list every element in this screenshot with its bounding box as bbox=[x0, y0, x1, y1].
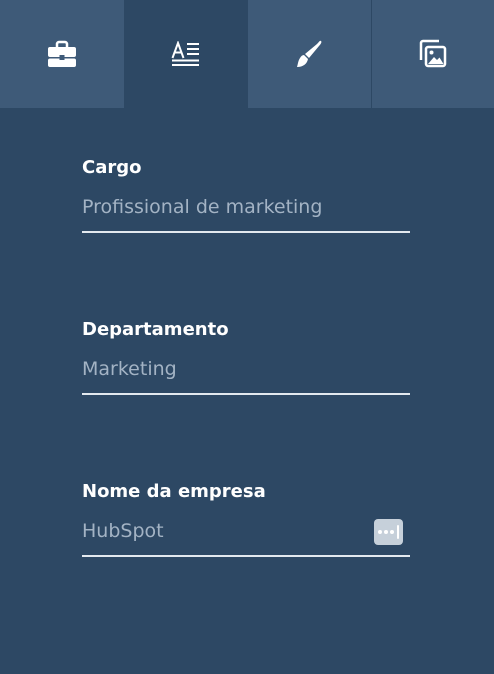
job-title-input[interactable] bbox=[82, 193, 372, 221]
job-title-field: Cargo bbox=[82, 157, 410, 237]
image-copy-icon bbox=[419, 39, 446, 68]
more-dot-icon bbox=[384, 530, 388, 534]
tab-images[interactable] bbox=[370, 0, 494, 108]
brush-icon bbox=[297, 40, 322, 67]
department-label: Departamento bbox=[82, 319, 229, 340]
text-format-icon bbox=[171, 41, 199, 66]
tab-text[interactable] bbox=[123, 0, 247, 108]
job-title-label: Cargo bbox=[82, 157, 142, 178]
company-name-underline bbox=[82, 555, 410, 557]
more-dot-icon bbox=[378, 530, 382, 534]
company-name-label: Nome da empresa bbox=[82, 481, 266, 502]
cursor-bar-icon bbox=[397, 525, 399, 539]
company-name-input[interactable] bbox=[82, 517, 372, 545]
briefcase-icon bbox=[47, 40, 76, 67]
department-input[interactable] bbox=[82, 355, 372, 383]
more-dot-icon bbox=[390, 530, 394, 534]
more-options-button[interactable] bbox=[374, 519, 403, 545]
company-name-field: Nome da empresa bbox=[82, 481, 410, 561]
tab-bar bbox=[0, 0, 494, 108]
department-field: Departamento bbox=[82, 319, 410, 399]
tab-company[interactable] bbox=[0, 0, 124, 108]
job-title-underline bbox=[82, 231, 410, 233]
department-underline bbox=[82, 393, 410, 395]
tab-style[interactable] bbox=[247, 0, 371, 108]
